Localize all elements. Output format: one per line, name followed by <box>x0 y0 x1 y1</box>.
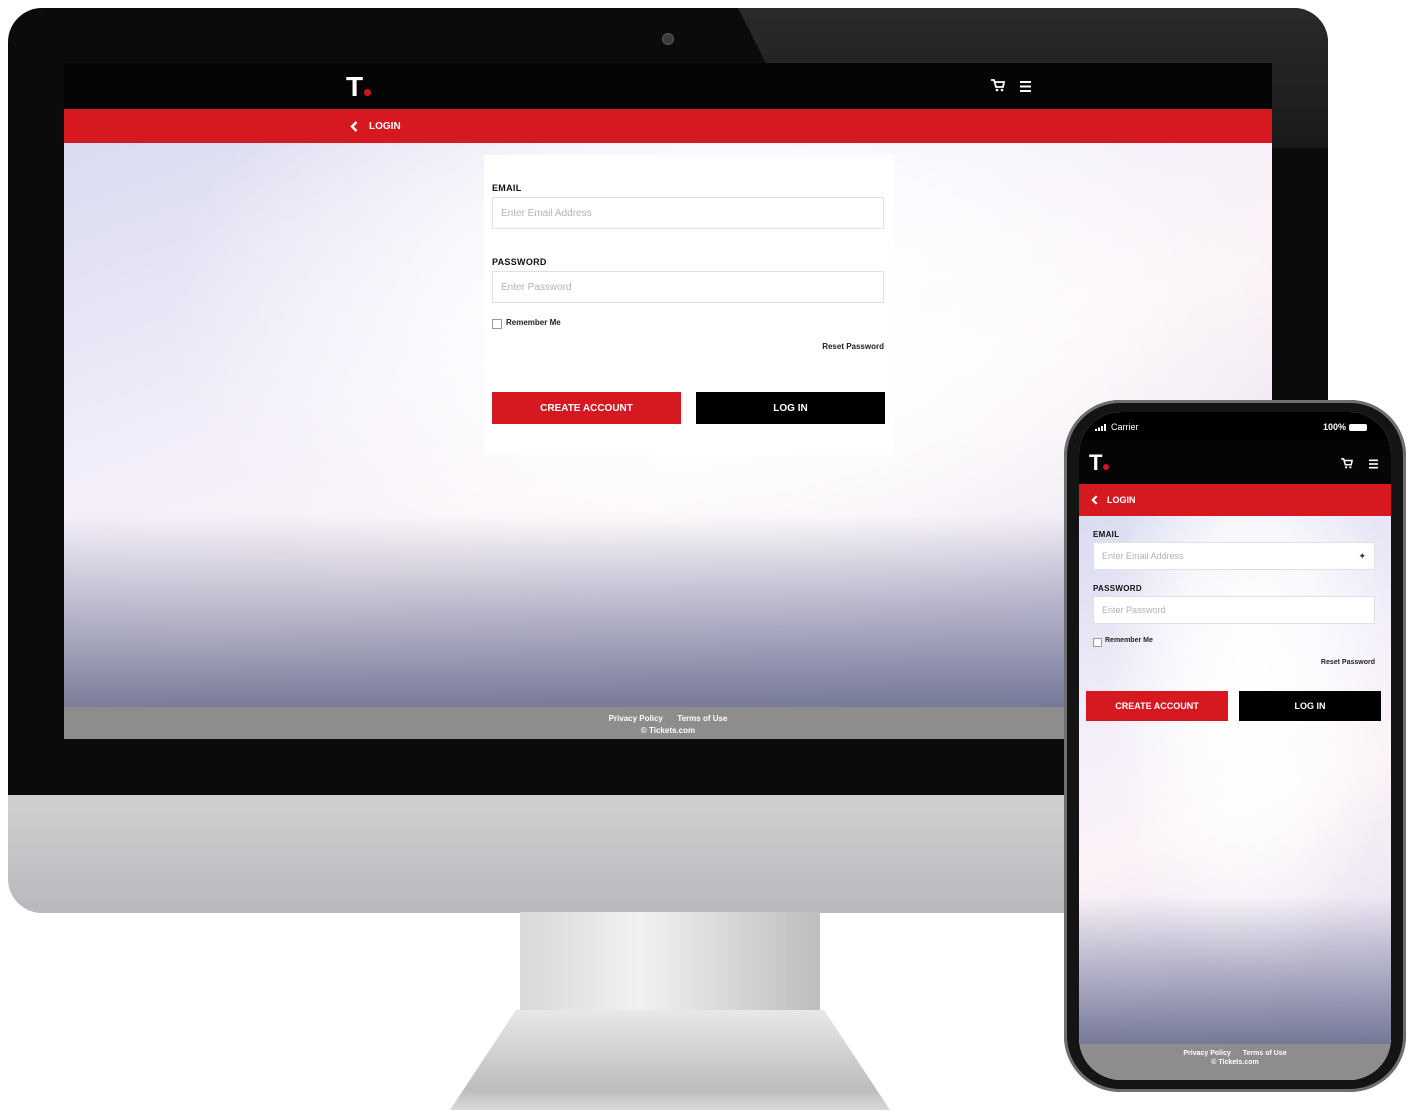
mobile-remember-me-checkbox[interactable] <box>1093 638 1102 647</box>
battery-text: 100% <box>1323 422 1347 432</box>
mobile-screen: Carrier 100% T LOGIN EMAIL Enter Email A… <box>1079 412 1391 1080</box>
mobile-password-placeholder: Enter Password <box>1102 605 1166 615</box>
cart-icon[interactable] <box>1341 458 1353 469</box>
mobile-email-placeholder: Enter Email Address <box>1102 551 1184 561</box>
chevron-left-icon[interactable] <box>1091 495 1098 505</box>
cart-icon[interactable] <box>991 79 1005 92</box>
phone-status-bar: Carrier 100% <box>1079 412 1391 440</box>
page-title: LOGIN <box>369 121 401 132</box>
reset-password-link[interactable]: Reset Password <box>822 342 884 351</box>
mobile-email-label: EMAIL <box>1093 530 1120 539</box>
desktop-monitor-stand <box>520 912 820 1022</box>
camera-icon <box>662 33 674 45</box>
create-account-button[interactable]: CREATE ACCOUNT <box>492 392 681 424</box>
mobile-logo-dot <box>1103 464 1110 470</box>
logo-dot <box>364 89 372 96</box>
log-in-button[interactable]: LOG IN <box>696 392 885 424</box>
password-input[interactable]: Enter Password <box>492 271 884 303</box>
site-logo[interactable]: T <box>346 71 372 103</box>
phone-notch <box>1169 412 1301 438</box>
login-form: EMAIL Enter Email Address PASSWORD Enter… <box>484 155 894 455</box>
password-placeholder: Enter Password <box>501 281 572 293</box>
hamburger-menu-icon[interactable] <box>1369 459 1378 469</box>
mobile-terms-of-use-link[interactable]: Terms of Use <box>1243 1050 1287 1057</box>
mobile-page-nav-bar: LOGIN <box>1079 484 1391 516</box>
desktop-monitor-base <box>450 1010 890 1110</box>
battery-icon <box>1349 424 1367 431</box>
mobile-login-form: EMAIL Enter Email Address ✦ PASSWORD Ent… <box>1079 516 1391 746</box>
privacy-policy-link[interactable]: Privacy Policy <box>609 714 663 723</box>
mobile-email-input[interactable]: Enter Email Address ✦ <box>1093 542 1375 570</box>
remember-me-checkbox[interactable] <box>492 319 502 329</box>
remember-me-label: Remember Me <box>506 318 561 327</box>
mobile-copyright-text: © Tickets.com <box>1211 1059 1259 1066</box>
mobile-site-header: T <box>1079 440 1391 484</box>
carrier-text: Carrier <box>1111 422 1139 432</box>
terms-of-use-link[interactable]: Terms of Use <box>677 714 727 723</box>
mobile-site-footer: Privacy Policy Terms of Use © Tickets.co… <box>1079 1044 1391 1080</box>
mobile-reset-password-link[interactable]: Reset Password <box>1321 659 1375 666</box>
page-nav-bar: LOGIN <box>64 109 1272 143</box>
autofill-key-icon: ✦ <box>1358 550 1366 561</box>
email-label: EMAIL <box>492 183 522 193</box>
hamburger-menu-icon[interactable] <box>1020 81 1031 92</box>
mobile-password-label: PASSWORD <box>1093 584 1142 593</box>
password-label: PASSWORD <box>492 257 547 267</box>
signal-icon <box>1095 424 1106 431</box>
mobile-crowd-image <box>1079 896 1391 1044</box>
mobile-site-logo[interactable]: T <box>1089 450 1110 476</box>
mobile-password-input[interactable]: Enter Password <box>1093 596 1375 624</box>
site-header: T <box>64 63 1272 109</box>
email-placeholder: Enter Email Address <box>501 207 592 219</box>
mobile-logo-letter: T <box>1089 450 1103 475</box>
mobile-privacy-policy-link[interactable]: Privacy Policy <box>1183 1050 1230 1057</box>
chevron-left-icon[interactable] <box>350 121 358 132</box>
email-input[interactable]: Enter Email Address <box>492 197 884 229</box>
mobile-create-account-button[interactable]: CREATE ACCOUNT <box>1086 691 1228 721</box>
mobile-remember-me-label: Remember Me <box>1105 637 1153 644</box>
logo-letter: T <box>346 71 364 102</box>
mobile-log-in-button[interactable]: LOG IN <box>1239 691 1381 721</box>
mobile-page-title: LOGIN <box>1107 495 1136 505</box>
